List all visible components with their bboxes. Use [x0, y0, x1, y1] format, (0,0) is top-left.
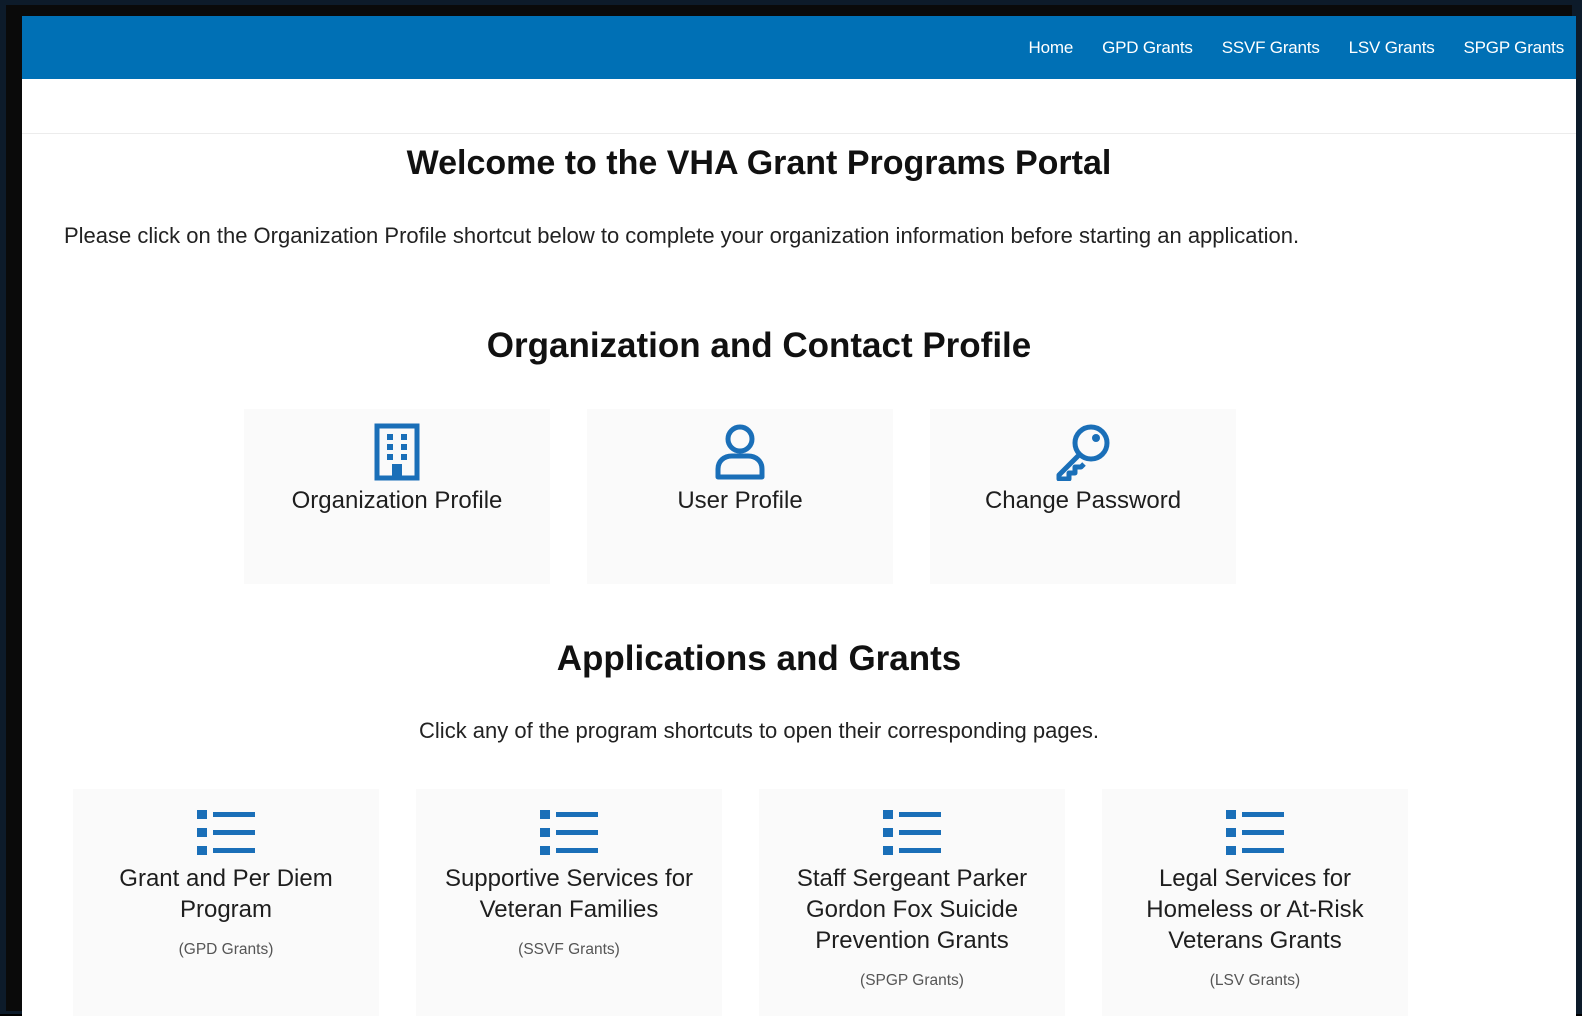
- list-icon: [1226, 807, 1284, 859]
- subheader-bar: [22, 79, 1576, 134]
- grants-section-subtext: Click any of the program shortcuts to op…: [419, 718, 1099, 743]
- change-password-card[interactable]: Change Password: [930, 409, 1236, 584]
- gpd-program-card[interactable]: Grant and Per Diem Program (GPD Grants): [73, 789, 379, 1016]
- building-icon: [373, 423, 421, 481]
- spgp-program-subtitle: (SPGP Grants): [860, 972, 964, 989]
- page-viewport[interactable]: Home GPD Grants SSVF Grants LSV Grants S…: [22, 16, 1576, 1016]
- nav-gpd-grants-link[interactable]: GPD Grants: [1102, 38, 1193, 58]
- gpd-program-label: Grant and Per Diem Program: [119, 865, 333, 923]
- organization-profile-label: Organization Profile: [291, 487, 503, 514]
- user-icon: [714, 423, 766, 481]
- ssvf-program-label: Supportive Services for Veteran Families: [444, 865, 694, 923]
- page-title: Welcome to the VHA Grant Programs Portal: [406, 144, 1112, 182]
- ssvf-program-card[interactable]: Supportive Services for Veteran Families…: [416, 789, 722, 1016]
- grants-section-heading: Applications and Grants: [556, 639, 962, 678]
- lsv-program-label: Legal Services for Homeless or At-Risk V…: [1146, 865, 1364, 954]
- user-profile-card[interactable]: User Profile: [587, 409, 893, 584]
- screen-frame: Home GPD Grants SSVF Grants LSV Grants S…: [0, 0, 1582, 1016]
- change-password-label: Change Password: [984, 487, 1182, 514]
- intro-text: Please click on the Organization Profile…: [64, 223, 1300, 248]
- nav-spgp-grants-link[interactable]: SPGP Grants: [1464, 38, 1565, 58]
- browser-window: Home GPD Grants SSVF Grants LSV Grants S…: [6, 5, 1576, 1016]
- top-navbar: Home GPD Grants SSVF Grants LSV Grants S…: [22, 16, 1576, 79]
- organization-profile-card[interactable]: Organization Profile: [244, 409, 550, 584]
- spgp-program-label: Staff Sergeant Parker Gordon Fox Suicide…: [796, 865, 1028, 954]
- spgp-program-card[interactable]: Staff Sergeant Parker Gordon Fox Suicide…: [759, 789, 1065, 1016]
- nav-links: Home GPD Grants SSVF Grants LSV Grants S…: [1029, 16, 1576, 79]
- ssvf-program-subtitle: (SSVF Grants): [518, 941, 620, 958]
- gpd-program-subtitle: (GPD Grants): [178, 941, 274, 958]
- key-icon: [1053, 423, 1113, 481]
- lsv-program-subtitle: (LSV Grants): [1209, 972, 1301, 989]
- nav-home-link[interactable]: Home: [1029, 38, 1074, 58]
- list-icon: [197, 807, 255, 859]
- list-icon: [540, 807, 598, 859]
- lsv-program-card[interactable]: Legal Services for Homeless or At-Risk V…: [1102, 789, 1408, 1016]
- list-icon: [883, 807, 941, 859]
- profile-section-heading: Organization and Contact Profile: [486, 326, 1032, 365]
- user-profile-label: User Profile: [677, 487, 803, 514]
- nav-ssvf-grants-link[interactable]: SSVF Grants: [1222, 38, 1320, 58]
- nav-lsv-grants-link[interactable]: LSV Grants: [1349, 38, 1435, 58]
